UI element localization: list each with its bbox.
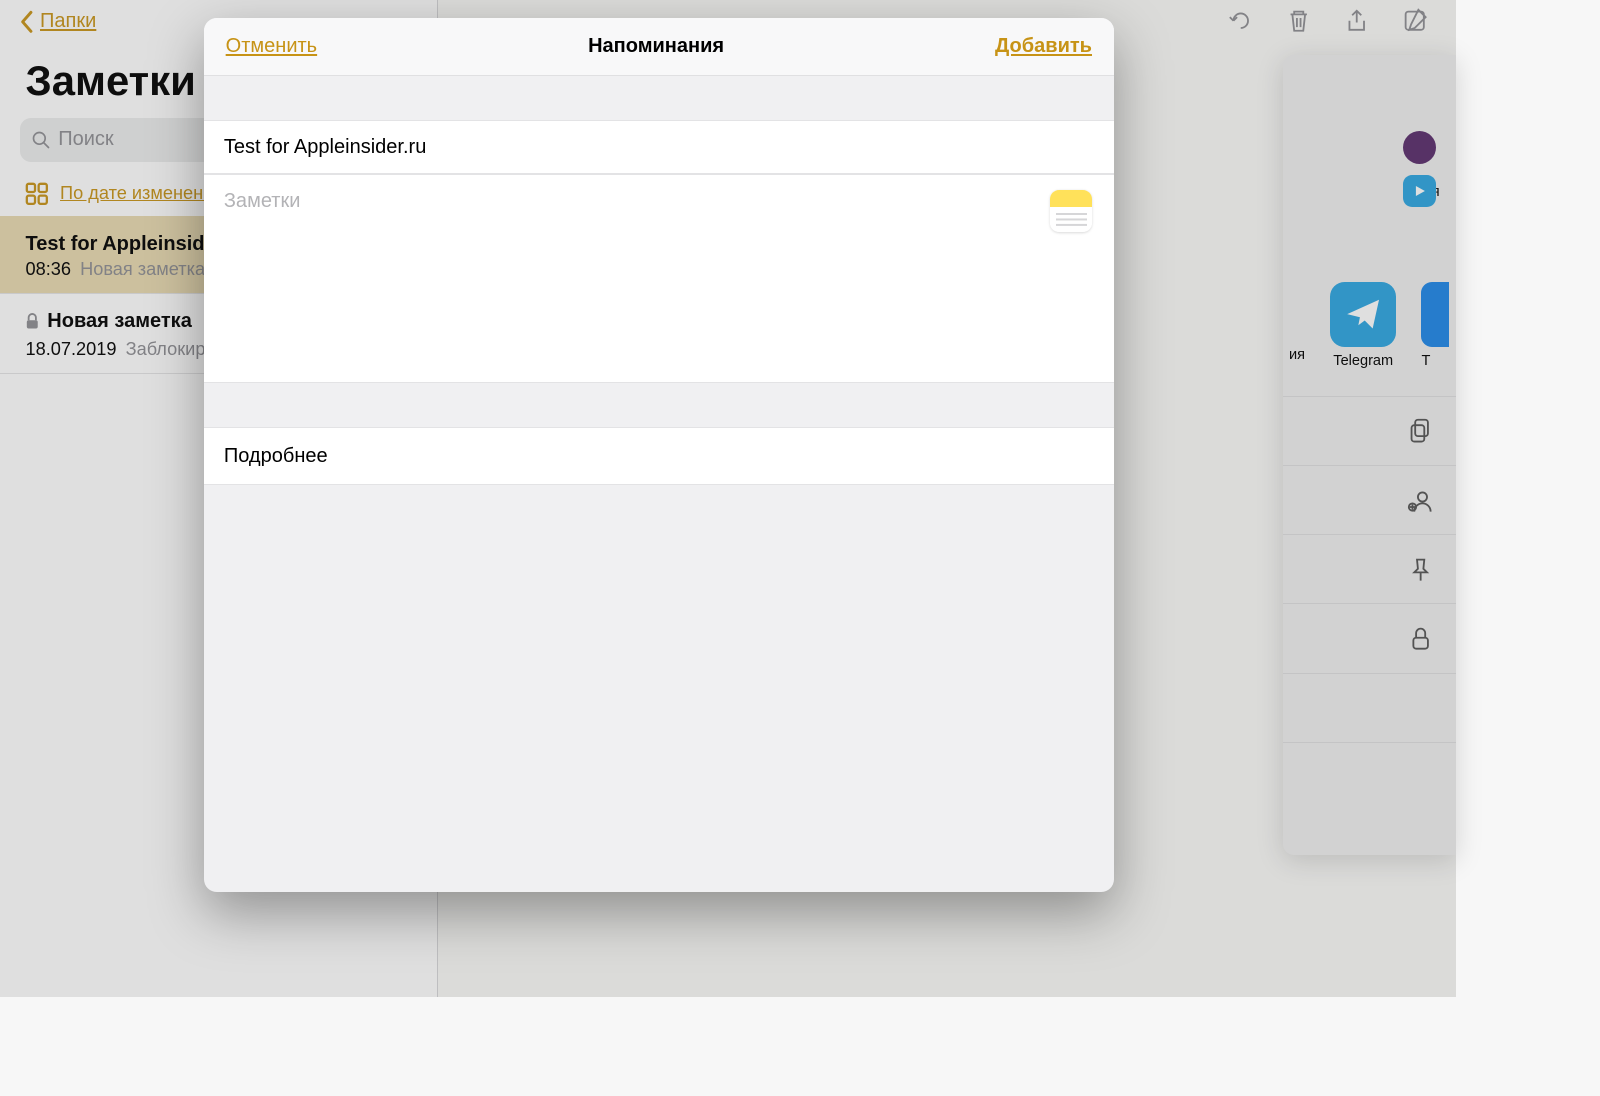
reminder-title-input[interactable]: Test for Appleinsider.ru (204, 120, 1114, 174)
reminders-modal: Отменить Напоминания Добавить Test for A… (204, 18, 1114, 892)
notes-placeholder: Заметки (224, 190, 301, 212)
notes-app-icon (1050, 190, 1092, 232)
add-button[interactable]: Добавить (995, 35, 1092, 58)
reminder-notes-input[interactable]: Заметки (204, 174, 1114, 383)
cancel-button[interactable]: Отменить (226, 35, 317, 58)
details-label: Подробнее (224, 445, 328, 467)
modal-header: Отменить Напоминания Добавить (204, 18, 1114, 76)
modal-title: Напоминания (588, 35, 724, 58)
reminder-title-text: Test for Appleinsider.ru (224, 136, 427, 158)
details-button[interactable]: Подробнее (204, 427, 1114, 485)
